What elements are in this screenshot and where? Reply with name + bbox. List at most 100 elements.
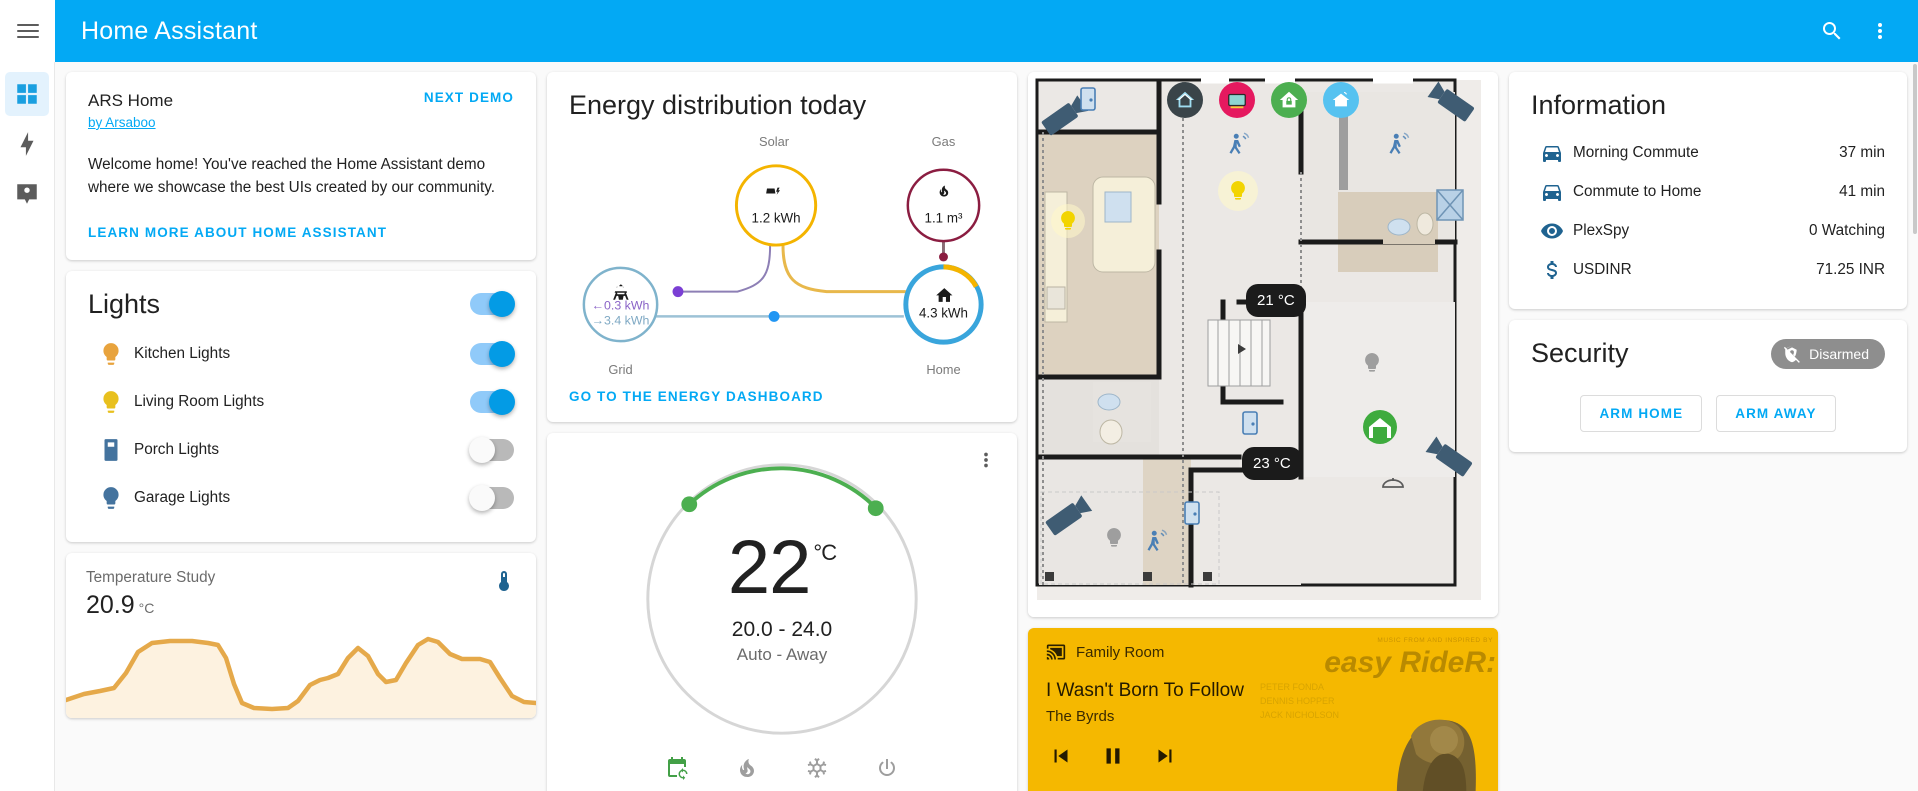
calendar-sync-icon — [668, 757, 688, 780]
scrollbar[interactable] — [1913, 62, 1918, 791]
column-4: Information Morning Commute 37 min Commu… — [1509, 72, 1907, 452]
thermostat-mode-auto[interactable] — [662, 753, 692, 783]
sensor-unit: °C — [138, 599, 155, 616]
security-header: Security Disarmed — [1531, 338, 1885, 369]
lights-master-toggle[interactable] — [470, 291, 515, 318]
arm-home-button[interactable]: ARM HOME — [1580, 395, 1703, 432]
energy-grid-out: →3.4 kWh — [592, 313, 650, 327]
hamburger-icon[interactable] — [16, 24, 39, 38]
eye-icon — [1531, 219, 1573, 243]
thermostat-high-handle — [867, 500, 884, 517]
sensor-number: 20.9 — [86, 590, 135, 619]
list-item[interactable]: PlexSpy 0 Watching — [1531, 211, 1885, 250]
column-3: 21 °C 23 °C MUSIC FROM AND INSPIRED BY e… — [1028, 72, 1498, 791]
sidebar-item-energy[interactable] — [5, 122, 49, 166]
list-item[interactable]: Morning Commute 37 min — [1531, 133, 1885, 172]
cast-connected-icon — [1046, 644, 1066, 660]
lightbulb-icon — [88, 485, 134, 511]
menu-button-container — [0, 0, 55, 62]
home-wifi-icon[interactable] — [1323, 82, 1359, 118]
lights-header: Lights — [88, 289, 515, 320]
security-actions: ARM HOME ARM AWAY — [1531, 395, 1885, 432]
sidebar — [0, 62, 55, 791]
account-marker-icon — [17, 184, 37, 204]
thermostat-mode-off[interactable] — [872, 753, 902, 783]
list-item[interactable]: Porch Lights — [88, 426, 514, 474]
toggle-kitchen-lights[interactable] — [470, 340, 515, 367]
thermostat-mode-cool[interactable] — [802, 753, 832, 783]
information-card: Information Morning Commute 37 min Commu… — [1509, 72, 1907, 309]
lightbulb-icon — [88, 341, 134, 367]
next-demo-button[interactable]: NEXT DEMO — [424, 90, 514, 105]
entity-label: Kitchen Lights — [134, 344, 231, 362]
entity-label: Commute to Home — [1573, 182, 1702, 200]
media-player-card: MUSIC FROM AND INSPIRED BY easy RideR: P… — [1028, 628, 1498, 791]
entity-label: Living Room Lights — [134, 392, 265, 410]
toggle-garage-lights[interactable] — [469, 484, 514, 511]
overflow-menu-icon[interactable] — [1867, 18, 1893, 44]
list-item[interactable]: Garage Lights — [88, 474, 514, 522]
media-controls — [1046, 741, 1480, 771]
thermostat-overflow-menu-icon[interactable] — [973, 447, 999, 473]
list-item[interactable]: Kitchen Lights — [88, 330, 515, 378]
temperature-study-card[interactable]: Temperature Study 20.9 °C — [66, 552, 536, 718]
floorplan-badges — [1028, 82, 1498, 118]
status-badge[interactable]: 21 °C — [1246, 284, 1306, 317]
lightbulb-icon — [1051, 204, 1085, 238]
snowflake-icon — [807, 758, 827, 778]
list-item[interactable]: Living Room Lights — [88, 378, 515, 426]
media-source-label: Family Room — [1076, 643, 1165, 661]
lightbulb-icon — [88, 389, 134, 415]
sidebar-item-map-person[interactable] — [5, 172, 49, 216]
information-title: Information — [1531, 90, 1667, 120]
power-icon — [879, 759, 895, 776]
floorplan-card: 21 °C 23 °C — [1028, 72, 1498, 617]
thermostat-card: 22 °C 20.0 - 24.0 Auto - Away — [547, 433, 1017, 791]
list-item[interactable]: USDINR 71.25 INR — [1531, 250, 1885, 289]
dashboard-grid: ARS Home by Arsaboo NEXT DEMO Welcome ho… — [55, 62, 1918, 791]
temperature-sparkline — [66, 636, 536, 718]
skip-next-icon[interactable] — [1150, 741, 1180, 771]
lightning-bolt-icon — [20, 132, 34, 156]
shield-off-icon — [1784, 345, 1800, 363]
learn-more-button[interactable]: LEARN MORE ABOUT HOME ASSISTANT — [88, 225, 514, 240]
search-icon[interactable] — [1819, 18, 1845, 44]
app-header: Home Assistant — [0, 0, 1918, 62]
television-icon[interactable] — [1219, 82, 1255, 118]
currency-usd-icon — [1531, 258, 1573, 282]
security-title: Security — [1531, 338, 1629, 368]
pause-icon[interactable] — [1098, 741, 1128, 771]
floorplan-stage[interactable]: 21 °C 23 °C — [1028, 72, 1498, 617]
energy-flow-diagram: Solar Gas Grid Home 1.2 kWh 1.1 m³ ←0.3 … — [569, 127, 995, 377]
intro-title: ARS Home — [88, 91, 174, 110]
fire-icon — [739, 759, 754, 777]
energy-node-label: Home — [926, 362, 960, 377]
list-item[interactable]: Commute to Home 41 min — [1531, 172, 1885, 211]
column-2: Energy distribution today Solar Gas Grid… — [547, 72, 1017, 791]
information-list: Morning Commute 37 min Commute to Home 4… — [1531, 133, 1885, 289]
entity-label: Porch Lights — [134, 440, 220, 458]
scrollbar-thumb[interactable] — [1913, 64, 1917, 234]
door-sensor-icon — [1184, 501, 1200, 525]
thermostat-mode-heat[interactable] — [732, 753, 762, 783]
media-artist: The Byrds — [1046, 708, 1115, 725]
thermostat-dial[interactable]: 22 °C 20.0 - 24.0 Auto - Away — [634, 451, 930, 747]
sidebar-item-dashboard[interactable] — [5, 72, 49, 116]
status-badge[interactable]: 23 °C — [1242, 447, 1302, 480]
energy-distribution-card: Energy distribution today Solar Gas Grid… — [547, 72, 1017, 422]
intro-author-link[interactable]: by Arsaboo — [88, 115, 156, 130]
toggle-living-room-lights[interactable] — [470, 388, 515, 415]
thermostat-low-handle — [681, 496, 698, 513]
header-actions — [1819, 18, 1918, 44]
energy-node-value: 4.3 kWh — [919, 305, 968, 320]
car-icon — [1531, 141, 1573, 165]
sensor-label: Temperature Study — [86, 568, 216, 586]
energy-dashboard-link[interactable]: GO TO THE ENERGY DASHBOARD — [569, 389, 995, 404]
home-lock-icon[interactable] — [1271, 82, 1307, 118]
weather-roof-icon[interactable] — [1167, 82, 1203, 118]
column-1: ARS Home by Arsaboo NEXT DEMO Welcome ho… — [66, 72, 536, 718]
arm-away-button[interactable]: ARM AWAY — [1716, 395, 1836, 432]
energy-node-label: Gas — [932, 134, 956, 149]
skip-previous-icon[interactable] — [1046, 741, 1076, 771]
toggle-porch-lights[interactable] — [469, 436, 514, 463]
